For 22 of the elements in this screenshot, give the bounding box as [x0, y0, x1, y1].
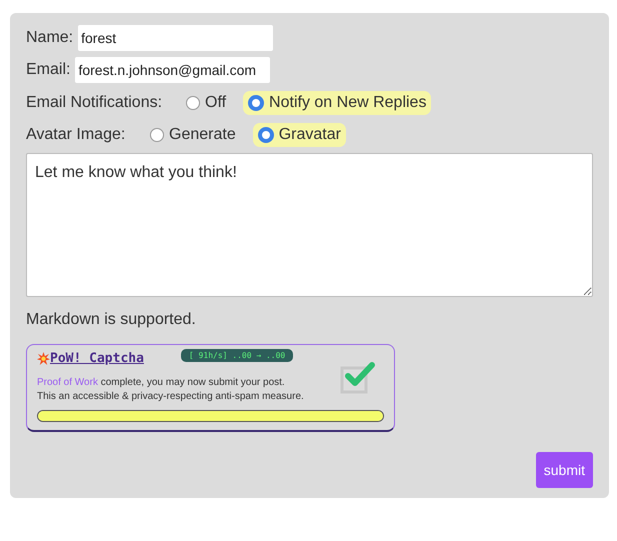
radio-group-label: Avatar Image:: [26, 126, 126, 144]
radio-option[interactable]: Generate: [145, 123, 241, 147]
captcha-title: PoW! Captcha: [50, 351, 144, 366]
radio-group-label: Email Notifications:: [26, 94, 164, 112]
radio-option[interactable]: Gravatar: [252, 123, 346, 147]
radio-option[interactable]: Notify on New Replies: [243, 91, 432, 115]
radio-button[interactable]: [258, 127, 274, 143]
captcha-note: This an accessible & privacy-respecting anti-spam measure.: [37, 390, 304, 404]
text-field[interactable]: forest.n.johnson@gmail.com: [75, 57, 270, 83]
hash-rate-badge: [ 91h/s] ..00 → ..00: [180, 349, 294, 362]
hint-text: Markdown is supported.: [26, 311, 197, 329]
comment-textarea[interactable]: Let me know what you think!: [26, 153, 593, 297]
burst-icon: [37, 352, 50, 365]
captcha-message: Proof of Work complete, you may now submit your post.: [37, 376, 286, 390]
radio-button[interactable]: [186, 96, 200, 110]
text-field[interactable]: forest: [78, 25, 274, 51]
field-label: Email:: [26, 61, 70, 79]
radio-option[interactable]: Off: [181, 91, 232, 115]
radio-button[interactable]: [150, 128, 164, 142]
radio-button[interactable]: [248, 95, 264, 111]
submit-button[interactable]: submit: [536, 452, 593, 488]
field-label: Name:: [26, 29, 74, 47]
